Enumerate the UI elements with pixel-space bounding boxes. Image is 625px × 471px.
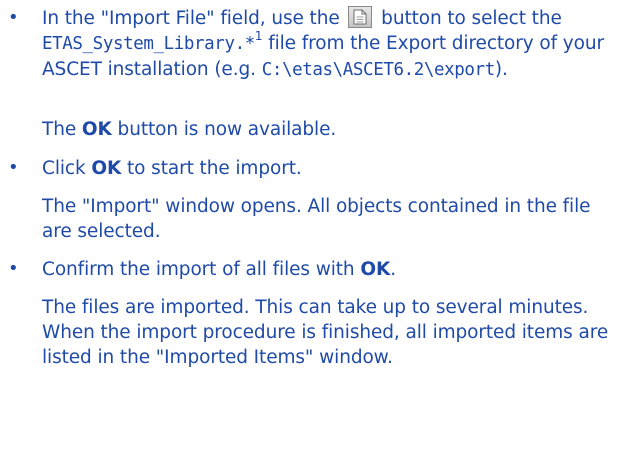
bullet-step-1: •	[8, 7, 19, 28]
step-1-instruction: In the "Import File" field, use the butt…	[42, 6, 617, 83]
step-2-text-pre: Click	[42, 158, 86, 179]
step-1-text-end: ).	[494, 59, 508, 80]
step-2-text-post: to start the import.	[127, 158, 302, 179]
bullet-step-2: •	[8, 157, 19, 178]
step-1-text-pre: In the "Import File" field, use the	[42, 8, 340, 29]
step-3-text-pre: Confirm the import of all files with	[42, 259, 355, 280]
ok-label: OK	[360, 259, 391, 280]
document-page: • In the "Import File" field, use the bu…	[0, 0, 625, 471]
step-1-result: The OK button is now available.	[42, 117, 617, 142]
ok-label: OK	[81, 119, 112, 140]
step-2-result: The "Import" window opens. All objects c…	[42, 196, 591, 242]
bullet-step-3: •	[8, 258, 19, 279]
step-2-instruction: Click OK to start the import.	[42, 156, 617, 181]
step-1-text-mid: button to select the	[381, 8, 562, 29]
step-1-result-post: button is now available.	[117, 119, 337, 140]
step-3-text-post: .	[390, 259, 396, 280]
step-1-result-pre: The	[42, 119, 77, 140]
library-filename: ETAS_System_Library.*	[42, 34, 255, 54]
step-3-result: The files are imported. This can take up…	[42, 297, 609, 368]
step-3-instruction: Confirm the import of all files with OK.	[42, 257, 617, 282]
export-path: C:\etas\ASCET6.2\export	[261, 60, 496, 80]
footnote-marker: 1	[254, 28, 263, 43]
open-file-icon[interactable]	[348, 6, 373, 28]
ok-label: OK	[91, 158, 122, 179]
